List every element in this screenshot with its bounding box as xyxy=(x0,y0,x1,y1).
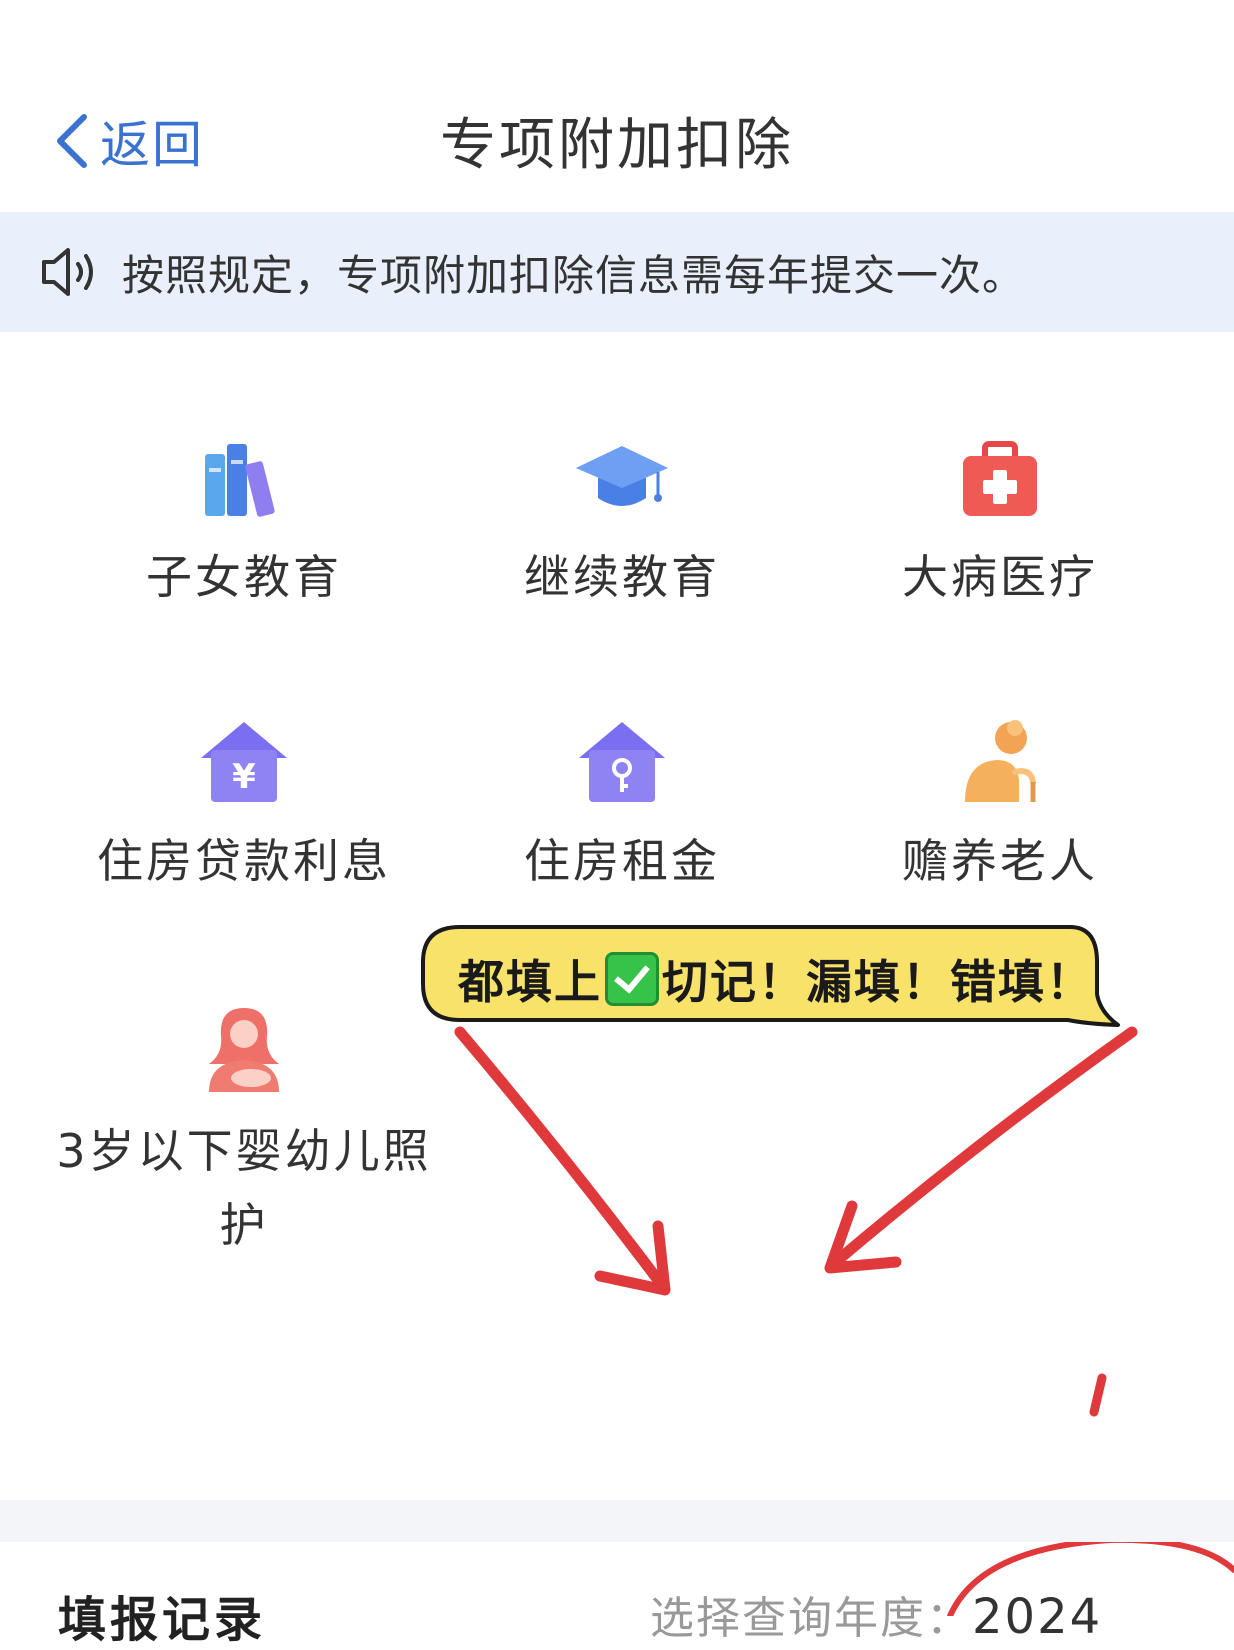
page-title: 专项附加扣除 xyxy=(440,113,794,178)
annotation-text: 都填上 切记！漏填！错填！ xyxy=(458,946,1094,1012)
records-title: 填报记录 xyxy=(58,1592,267,1648)
deduction-item-elderly-support[interactable]: 赡养老人 xyxy=(800,720,1200,898)
year-picker-label: 选择查询年度： xyxy=(650,1593,972,1644)
deduction-label-line2: 护 xyxy=(219,1198,269,1252)
notice-text: 按照规定，专项附加扣除信息需每年提交一次。 xyxy=(122,250,1026,300)
deduction-item-infant-care[interactable]: 3岁以下婴幼儿照 护 xyxy=(44,1004,444,1262)
graduation-cap-icon xyxy=(576,446,668,506)
speaker-icon xyxy=(42,248,93,296)
first-aid-kit-icon xyxy=(963,441,1037,516)
annotation-bubble: 都填上 切记！漏填！错填！ xyxy=(420,924,1120,1029)
deduction-item-children-education[interactable]: 子女教育 xyxy=(44,440,444,614)
annotation-part1: 都填上 xyxy=(458,955,602,1009)
elderly-person-icon xyxy=(965,720,1036,802)
house-yuan-icon: ¥ xyxy=(201,722,287,802)
books-icon xyxy=(205,444,275,517)
red-mark xyxy=(1089,1373,1107,1417)
deduction-item-continuing-education[interactable]: 继续教育 xyxy=(422,440,822,614)
section-divider xyxy=(0,1500,1234,1542)
deduction-label: 住房贷款利息 xyxy=(97,834,391,888)
arrow-left xyxy=(454,1026,664,1286)
annotation-part2: 切记！漏填！错填！ xyxy=(662,955,1094,1009)
deduction-label: 继续教育 xyxy=(524,550,720,604)
deduction-label: 住房租金 xyxy=(524,834,720,888)
house-key-icon xyxy=(579,722,665,802)
deduction-label: 子女教育 xyxy=(146,550,342,604)
mother-baby-icon xyxy=(209,1008,279,1092)
check-mark-icon xyxy=(605,952,659,1006)
arrow-right xyxy=(832,1026,1138,1266)
deduction-label: 大病医疗 xyxy=(902,550,1098,604)
svg-text:¥: ¥ xyxy=(232,757,256,797)
deduction-item-mortgage-interest[interactable]: ¥ 住房贷款利息 xyxy=(44,720,444,898)
deduction-label: 赡养老人 xyxy=(902,834,1098,888)
year-picker-value: 2024 xyxy=(972,1589,1103,1645)
arrow-left-head xyxy=(594,1220,671,1296)
deduction-label-line1: 3岁以下婴幼儿照 xyxy=(56,1124,432,1178)
arrow-right-head xyxy=(824,1200,902,1274)
deduction-item-serious-illness[interactable]: 大病医疗 xyxy=(800,440,1200,614)
notice-bar: 按照规定，专项附加扣除信息需每年提交一次。 xyxy=(0,212,1234,332)
nav-bar: 返回 专项附加扣除 xyxy=(0,0,1234,212)
deduction-item-housing-rent[interactable]: 住房租金 xyxy=(422,720,822,898)
year-picker[interactable]: 选择查询年度：2024 xyxy=(650,1582,1102,1646)
